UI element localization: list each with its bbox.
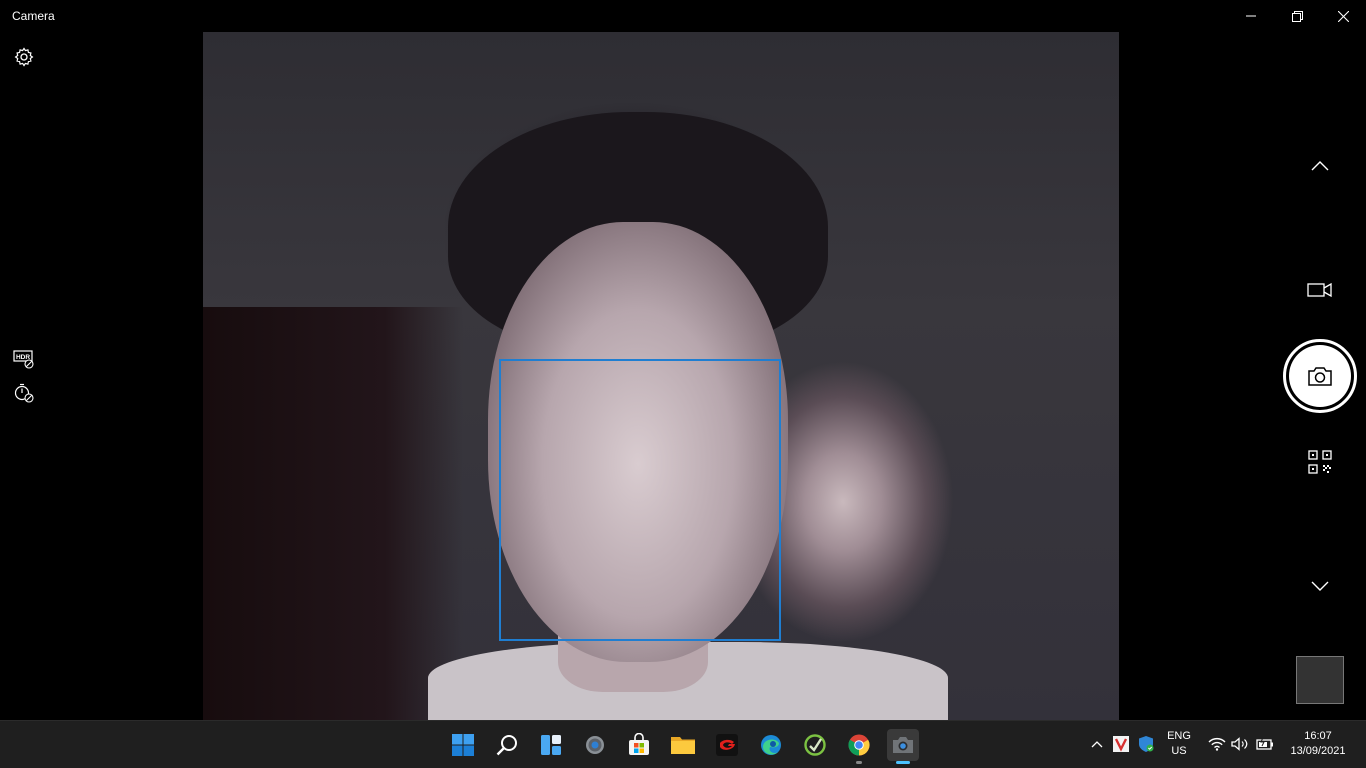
last-photo-thumbnail[interactable] [1296,656,1344,704]
camera-app-icon [893,737,913,753]
search-button[interactable] [491,729,523,761]
edge-button[interactable] [755,729,787,761]
chevron-down-icon [1311,581,1329,591]
security-tray-button[interactable] [1137,734,1155,754]
video-camera-icon [1307,282,1332,298]
battery-button[interactable] [1255,735,1275,753]
gear-icon [14,47,34,67]
vivaldi-tray-button[interactable] [1112,734,1130,754]
taskbar: ENG US 16:07 13/09/2021 [0,720,1366,768]
store-icon [629,733,649,755]
settings-button[interactable] [12,45,36,69]
battery-charging-icon [1256,737,1273,750]
background-wardrobe [203,307,463,720]
scroll-down-button[interactable] [1306,574,1334,598]
active-indicator [896,761,910,764]
windows-logo-icon [452,734,474,756]
settings-app-button[interactable] [579,729,611,761]
green-app-button[interactable] [799,729,831,761]
chevron-up-icon [1311,161,1329,171]
language-indicator[interactable]: ENG US [1162,729,1196,759]
clock-date: 13/09/2021 [1290,745,1346,757]
restore-button[interactable] [1274,0,1320,32]
widgets-button[interactable] [535,729,567,761]
timer-off-icon [14,383,34,403]
chevron-up-icon [1091,741,1103,748]
start-button[interactable] [447,729,479,761]
show-hidden-icons-button[interactable] [1088,735,1106,753]
qr-scan-button[interactable] [1306,449,1334,475]
widgets-icon [541,735,561,755]
clock[interactable]: 16:07 13/09/2021 [1282,729,1354,759]
running-indicator [856,761,862,764]
settings-icon [586,736,604,754]
title-bar: Camera [0,0,1366,32]
close-icon [1337,10,1349,22]
video-mode-button[interactable] [1304,278,1336,302]
file-explorer-button[interactable] [667,729,699,761]
scroll-up-button[interactable] [1306,154,1334,178]
hdr-off-icon: HDR [13,350,34,369]
speaker-icon [1231,737,1248,751]
hdr-toggle[interactable]: HDR [12,348,36,370]
restore-icon [1291,10,1303,22]
camera-viewfinder [203,32,1119,720]
minimize-button[interactable] [1228,0,1274,32]
face-detection-box [499,359,781,641]
region-label: US [1171,745,1187,757]
wifi-button[interactable] [1207,735,1227,753]
camera-icon [1308,367,1332,386]
vivaldi-icon [1113,736,1129,752]
wifi-icon [1208,737,1226,751]
language-label: ENG [1167,730,1191,742]
shutter-inner [1289,345,1351,407]
chrome-icon [848,734,870,756]
shield-icon [1139,736,1154,752]
camera-app-button[interactable] [887,729,919,764]
search-icon [496,735,517,756]
qr-code-icon [1308,450,1332,474]
take-photo-button[interactable] [1283,339,1357,413]
folder-icon [671,737,695,754]
minimize-icon [1246,15,1256,17]
app-title: Camera [12,9,55,23]
green-app-icon [804,734,826,756]
timer-toggle[interactable] [12,381,36,405]
store-button[interactable] [623,729,655,761]
garena-button[interactable] [711,729,743,761]
garena-icon [716,734,738,756]
edge-icon [761,735,781,755]
clock-time: 16:07 [1304,730,1332,742]
close-button[interactable] [1320,0,1366,32]
chrome-button[interactable] [843,729,875,764]
volume-button[interactable] [1230,735,1250,753]
